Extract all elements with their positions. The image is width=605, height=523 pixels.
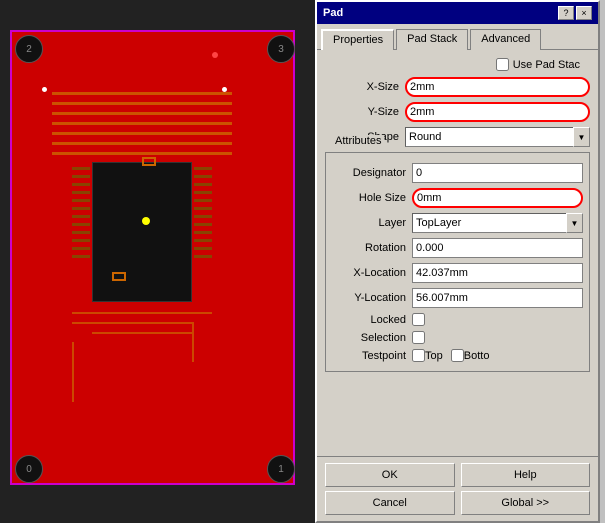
designator-row: Designator <box>332 163 583 183</box>
use-padstack-checkbox[interactable] <box>496 58 509 71</box>
testpoint-botto-checkbox[interactable] <box>451 349 464 362</box>
testpoint-label: Testpoint <box>332 350 412 362</box>
use-padstack-label: Use Pad Stac <box>513 59 580 71</box>
pcb-board <box>10 30 295 485</box>
designator-input[interactable] <box>412 163 583 183</box>
corner-2: 2 <box>15 35 43 63</box>
ok-button[interactable]: OK <box>325 463 455 487</box>
layer-label: Layer <box>332 217 412 229</box>
corner-1: 1 <box>267 455 295 483</box>
corner-0: 0 <box>15 455 43 483</box>
button-area: OK Help Cancel Global >> <box>317 456 598 521</box>
title-buttons: ? × <box>558 6 592 20</box>
tabs: Properties Pad Stack Advanced <box>317 24 598 50</box>
ylocation-label: Y-Location <box>332 292 412 304</box>
dialog-title: Pad <box>323 7 343 19</box>
shape-input[interactable] <box>405 127 573 147</box>
holesize-input[interactable] <box>412 188 583 208</box>
corner-3: 3 <box>267 35 295 63</box>
btn-row-2: Cancel Global >> <box>325 491 590 515</box>
layer-row: Layer ▼ <box>332 213 583 233</box>
use-padstack-row: Use Pad Stac <box>325 58 590 71</box>
layer-input[interactable] <box>412 213 566 233</box>
locked-label: Locked <box>332 314 412 326</box>
testpoint-row: Testpoint Top Botto <box>332 349 583 362</box>
pcb-canvas: 2 3 0 1 <box>0 0 315 523</box>
xsize-row: X-Size <box>325 77 590 97</box>
layer-dropdown-btn[interactable]: ▼ <box>566 213 583 233</box>
xsize-label: X-Size <box>325 81 405 93</box>
rotation-row: Rotation <box>332 238 583 258</box>
tab-padstack[interactable]: Pad Stack <box>396 29 468 50</box>
xsize-input[interactable] <box>405 77 590 97</box>
locked-checkbox[interactable] <box>412 313 425 326</box>
selection-checkbox[interactable] <box>412 331 425 344</box>
shape-dropdown-btn[interactable]: ▼ <box>573 127 590 147</box>
rotation-label: Rotation <box>332 242 412 254</box>
locked-row: Locked <box>332 313 583 326</box>
help-button[interactable]: ? <box>558 6 574 20</box>
pad-dialog: Pad ? × Properties Pad Stack Advanced Us… <box>315 0 600 523</box>
xlocation-label: X-Location <box>332 267 412 279</box>
shape-dropdown[interactable]: ▼ <box>405 127 590 147</box>
close-button[interactable]: × <box>576 6 592 20</box>
testpoint-top-checkbox[interactable] <box>412 349 425 362</box>
cancel-button[interactable]: Cancel <box>325 491 455 515</box>
ysize-label: Y-Size <box>325 106 405 118</box>
testpoint-botto-label: Botto <box>464 350 490 362</box>
xlocation-input[interactable] <box>412 263 583 283</box>
global-button[interactable]: Global >> <box>461 491 591 515</box>
dialog-titlebar: Pad ? × <box>317 2 598 24</box>
attributes-group: Attributes Designator Hole Size Layer ▼ <box>325 152 590 372</box>
attributes-title: Attributes <box>332 135 384 147</box>
ysize-input[interactable] <box>405 102 590 122</box>
holesize-label: Hole Size <box>332 192 412 204</box>
rotation-input[interactable] <box>412 238 583 258</box>
tab-properties[interactable]: Properties <box>321 29 394 50</box>
designator-label: Designator <box>332 167 412 179</box>
selection-row: Selection <box>332 331 583 344</box>
xlocation-row: X-Location <box>332 263 583 283</box>
selection-label: Selection <box>332 332 412 344</box>
tab-advanced[interactable]: Advanced <box>470 29 541 50</box>
dialog-content: Use Pad Stac X-Size Y-Size Shape ▼ <box>317 50 598 456</box>
ysize-row: Y-Size <box>325 102 590 122</box>
help-button-bottom[interactable]: Help <box>461 463 591 487</box>
holesize-row: Hole Size <box>332 188 583 208</box>
btn-row-1: OK Help <box>325 463 590 487</box>
ylocation-row: Y-Location <box>332 288 583 308</box>
layer-dropdown[interactable]: ▼ <box>412 213 583 233</box>
testpoint-top-label: Top <box>425 350 443 362</box>
ylocation-input[interactable] <box>412 288 583 308</box>
